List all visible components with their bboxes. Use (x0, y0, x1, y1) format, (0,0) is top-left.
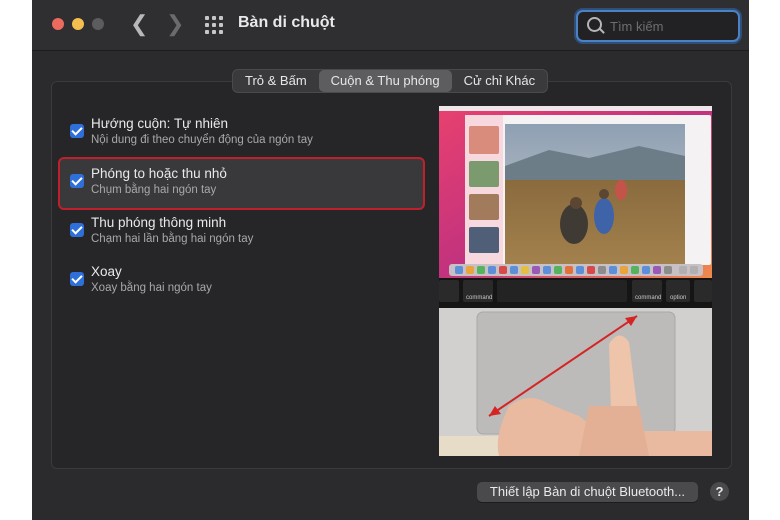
option-title: Xoay (91, 264, 122, 279)
touchbar-key-command-right: command (635, 295, 661, 301)
tab-bar: Trỏ & Bấm Cuộn & Thu phóng Cử chỉ Khác (232, 69, 549, 93)
option-subtitle: Nội dung đi theo chuyển động của ngón ta… (91, 134, 313, 146)
option-title: Thu phóng thông minh (91, 215, 227, 230)
option-title: Hướng cuộn: Tự nhiên (91, 116, 229, 131)
option-subtitle: Chụm bằng hai ngón tay (91, 184, 217, 196)
show-all-grid-icon[interactable] (205, 16, 223, 34)
bluetooth-setup-button[interactable]: Thiết lập Bàn di chuột Bluetooth... (477, 482, 698, 502)
checkbox-rotate[interactable] (70, 272, 84, 286)
back-arrow-icon[interactable]: ❮ (130, 12, 148, 36)
help-button[interactable]: ? (710, 482, 729, 501)
checkbox-natural-scroll[interactable] (70, 124, 84, 138)
zoom-button[interactable] (92, 18, 104, 30)
titlebar: ❮ ❯ Bàn di chuột (32, 0, 749, 51)
close-button[interactable] (52, 18, 64, 30)
option-subtitle: Chạm hai lần bằng hai ngón tay (91, 233, 254, 245)
search-input[interactable] (608, 15, 732, 37)
tab-point-click[interactable]: Trỏ & Bấm (233, 70, 319, 92)
touchbar-key-option: option (670, 295, 686, 301)
forward-arrow-icon[interactable]: ❯ (166, 12, 184, 36)
gesture-preview-image: command command option (439, 106, 712, 456)
tab-scroll-zoom[interactable]: Cuộn & Thu phóng (318, 70, 452, 92)
checkbox-smart-zoom[interactable] (70, 223, 84, 237)
option-subtitle: Xoay bằng hai ngón tay (91, 282, 212, 294)
tab-more-gestures[interactable]: Cử chỉ Khác (452, 70, 548, 92)
touchbar-key-command-left: command (466, 295, 492, 301)
preferences-window: ❮ ❯ Bàn di chuột Trỏ & Bấm Cuộn & Thu ph… (32, 0, 749, 520)
search-box[interactable] (576, 10, 740, 42)
checkbox-zoom-in-out[interactable] (70, 174, 84, 188)
window-title: Bàn di chuột (238, 14, 335, 31)
option-title: Phóng to hoặc thu nhỏ (91, 166, 227, 181)
minimize-button[interactable] (72, 18, 84, 30)
search-icon (587, 17, 602, 32)
